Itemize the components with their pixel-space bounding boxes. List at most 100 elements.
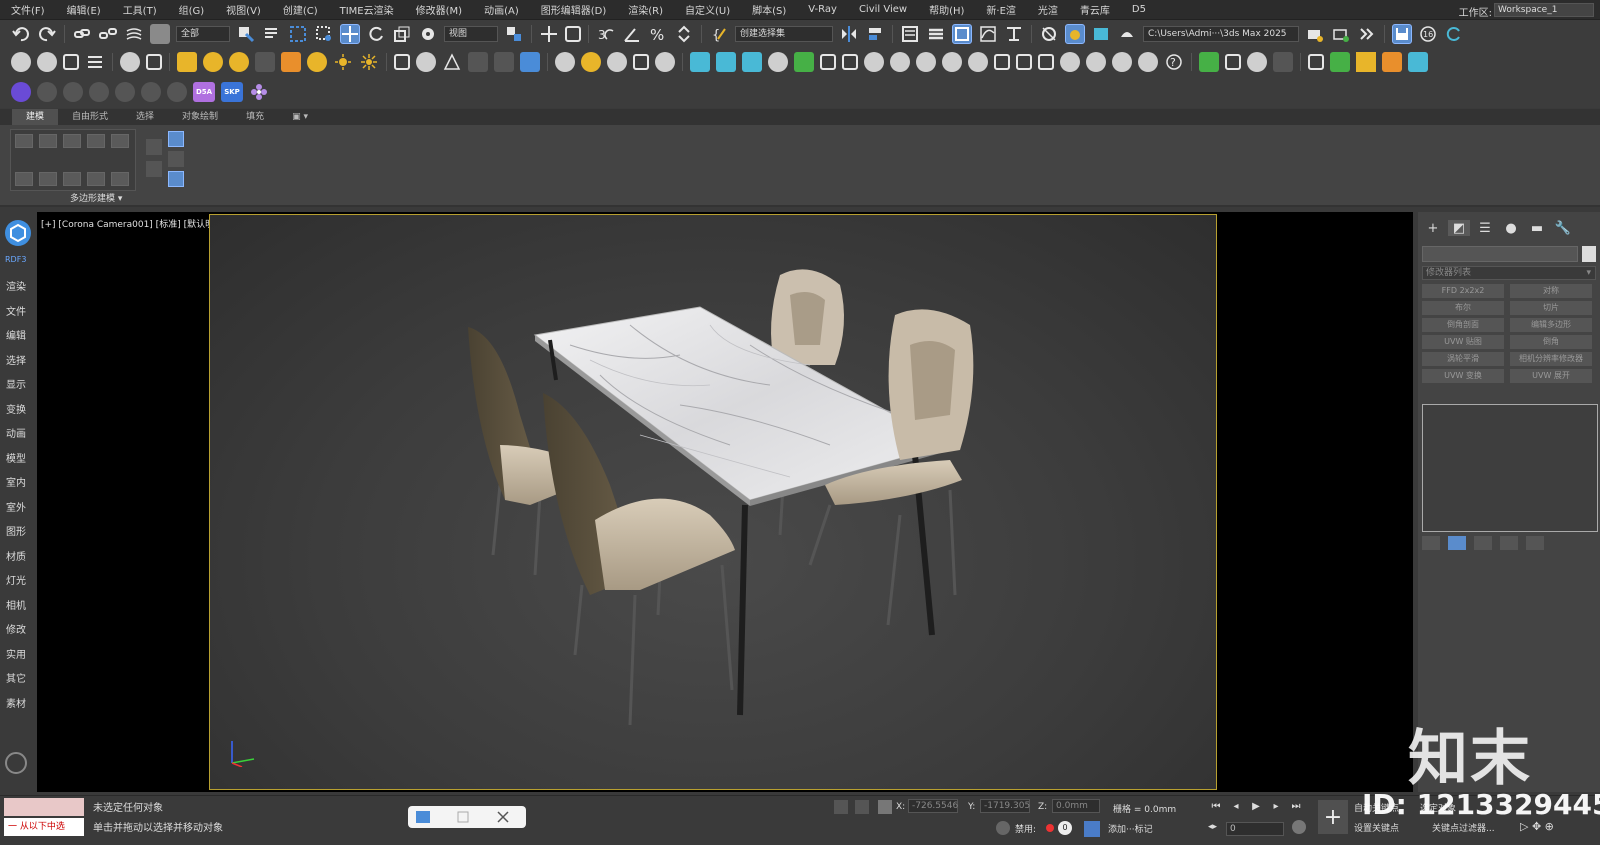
menu-item[interactable]: 脚本(S) — [741, 2, 797, 17]
modifier-set-button[interactable]: UVW 展开 — [1510, 369, 1592, 383]
vray-rect-icon[interactable] — [994, 54, 1010, 70]
ribbon-tool-button[interactable] — [146, 139, 162, 155]
redo-icon[interactable] — [37, 24, 57, 44]
left-bar-item[interactable]: 文件 — [6, 303, 26, 318]
menu-item[interactable]: 自定义(U) — [674, 2, 741, 17]
schematic-view-icon[interactable] — [1004, 24, 1024, 44]
floating-taskbar[interactable] — [408, 806, 526, 828]
vray-fog-icon[interactable] — [1086, 52, 1106, 72]
left-bar-item[interactable]: 相机 — [6, 597, 26, 612]
align-icon[interactable] — [865, 24, 885, 44]
vray-decal-icon[interactable] — [1112, 52, 1132, 72]
percent-snap-icon[interactable]: % — [648, 24, 668, 44]
help-icon[interactable]: ? — [1164, 52, 1184, 72]
modifier-set-button[interactable]: 相机分辨率修改器 — [1510, 352, 1592, 366]
menu-item[interactable]: 光渲 — [1027, 2, 1069, 17]
link-icon[interactable] — [72, 24, 92, 44]
ribbon-edge-button[interactable] — [168, 131, 184, 147]
sync-icon[interactable] — [1444, 24, 1464, 44]
left-bar-item[interactable]: 灯光 — [6, 572, 26, 587]
ribbon-element-button[interactable] — [168, 171, 184, 187]
vray-light-icon[interactable] — [742, 52, 762, 72]
modifier-set-button[interactable]: 倒角 — [1510, 335, 1592, 349]
teapot-icon[interactable] — [11, 52, 31, 72]
ribbon-tool-button[interactable] — [39, 134, 57, 148]
vray-camera-icon[interactable] — [690, 52, 710, 72]
vray-dome-icon[interactable] — [890, 52, 910, 72]
maxscript-listener[interactable]: 一 从以下中选 — [4, 798, 84, 838]
modifier-list-dropdown[interactable]: 修改器列表 ▾ — [1422, 266, 1596, 280]
modifier-set-button[interactable]: UVW 贴图 — [1422, 335, 1504, 349]
select-manipulate-icon[interactable] — [539, 24, 559, 44]
left-bar-item[interactable]: 室内 — [6, 474, 26, 489]
add-time-tag[interactable]: 添加···标记 — [1108, 822, 1153, 835]
keyboard-shortcut-icon[interactable] — [565, 26, 581, 42]
vray-vfb-icon[interactable] — [1016, 54, 1032, 70]
modifier-set-button[interactable]: FFD 2x2x2 — [1422, 284, 1504, 298]
d5a-plugin-icon[interactable]: D5A — [193, 82, 215, 102]
edit-named-sets-icon[interactable]: { — [709, 24, 729, 44]
modifier-set-button[interactable]: 涡轮平滑 — [1422, 352, 1504, 366]
vray-sphere-icon[interactable] — [555, 52, 575, 72]
vray-ies-icon[interactable] — [942, 52, 962, 72]
vray-clipper-icon[interactable] — [1138, 52, 1158, 72]
corona-sky-icon[interactable] — [229, 52, 249, 72]
ribbon-options-icon[interactable]: ▣ ▾ — [278, 109, 322, 125]
corona-light-icon[interactable] — [177, 52, 197, 72]
vray-sun-icon[interactable] — [768, 52, 788, 72]
menu-item[interactable]: 文件(F) — [0, 2, 56, 17]
faded-tool-icon[interactable] — [468, 52, 488, 72]
sphere-material-icon[interactable] — [416, 52, 436, 72]
vray-list-icon[interactable] — [842, 54, 858, 70]
window-crossing-icon[interactable] — [314, 24, 334, 44]
mirror-icon[interactable] — [839, 24, 859, 44]
configure-sets-icon[interactable] — [1526, 536, 1544, 550]
left-bar-item[interactable]: 模型 — [6, 450, 26, 465]
material-editor-icon[interactable] — [1039, 24, 1059, 44]
select-object-icon[interactable] — [236, 24, 256, 44]
motion-tab-icon[interactable]: ● — [1500, 220, 1522, 236]
ribbon-tool-button[interactable] — [15, 134, 33, 148]
select-and-move-icon[interactable] — [340, 24, 360, 44]
make-unique-icon[interactable] — [1474, 536, 1492, 550]
camera-tool-icon[interactable] — [120, 52, 140, 72]
plugin-logo-icon[interactable] — [5, 220, 31, 246]
current-frame-field[interactable]: 0 — [1226, 822, 1284, 836]
maxscript-output[interactable]: 一 从以下中选 — [4, 818, 84, 836]
select-by-name-icon[interactable] — [262, 24, 282, 44]
skp-plugin-icon[interactable]: SKP — [221, 82, 243, 102]
project-folder-icon[interactable] — [1305, 24, 1325, 44]
object-name-field[interactable] — [1422, 246, 1578, 262]
box-icon[interactable] — [63, 54, 79, 70]
modifier-set-button[interactable]: 对称 — [1510, 284, 1592, 298]
pin-stack-icon[interactable] — [1422, 536, 1440, 550]
project-path-select[interactable]: C:\Users\Admi···\3ds Max 2025 — [1143, 26, 1299, 42]
z-coordinate-field[interactable]: 0.0mm — [1052, 799, 1100, 813]
ribbon-tab[interactable]: 建模 — [12, 109, 59, 125]
select-and-rotate-icon[interactable] — [366, 24, 386, 44]
toggle-ribbon-icon[interactable] — [952, 24, 972, 44]
faded-plugin-icon[interactable] — [89, 82, 109, 102]
adaptive-degradation-icon[interactable] — [996, 821, 1010, 835]
corona-decal-icon[interactable] — [307, 52, 327, 72]
ribbon-group-label[interactable]: 多边形建模 ▾ — [70, 191, 122, 204]
menu-item[interactable]: 帮助(H) — [918, 2, 975, 17]
scatter-grid-icon[interactable] — [1273, 52, 1293, 72]
layout-icon[interactable] — [1308, 54, 1324, 70]
y-coordinate-field[interactable]: -1719.305 — [980, 799, 1030, 813]
modifier-stack[interactable] — [1422, 404, 1598, 532]
absolute-mode-icon[interactable] — [878, 800, 892, 814]
vray-copy-icon[interactable] — [633, 54, 649, 70]
angle-snap-icon[interactable] — [622, 24, 642, 44]
vray-tree-icon[interactable] — [794, 52, 814, 72]
menu-item[interactable]: 渲染(R) — [617, 2, 674, 17]
left-bar-item[interactable]: 室外 — [6, 499, 26, 514]
faded-plugin-icon[interactable] — [167, 82, 187, 102]
faded-plugin-icon[interactable] — [115, 82, 135, 102]
ribbon-tab[interactable]: 选择 — [122, 109, 168, 125]
place-icon[interactable] — [418, 24, 438, 44]
ribbon-tool-button[interactable] — [87, 134, 105, 148]
create-tab-icon[interactable]: + — [1422, 220, 1444, 236]
forest-icon[interactable] — [1199, 52, 1219, 72]
record-icon[interactable] — [1046, 824, 1054, 832]
